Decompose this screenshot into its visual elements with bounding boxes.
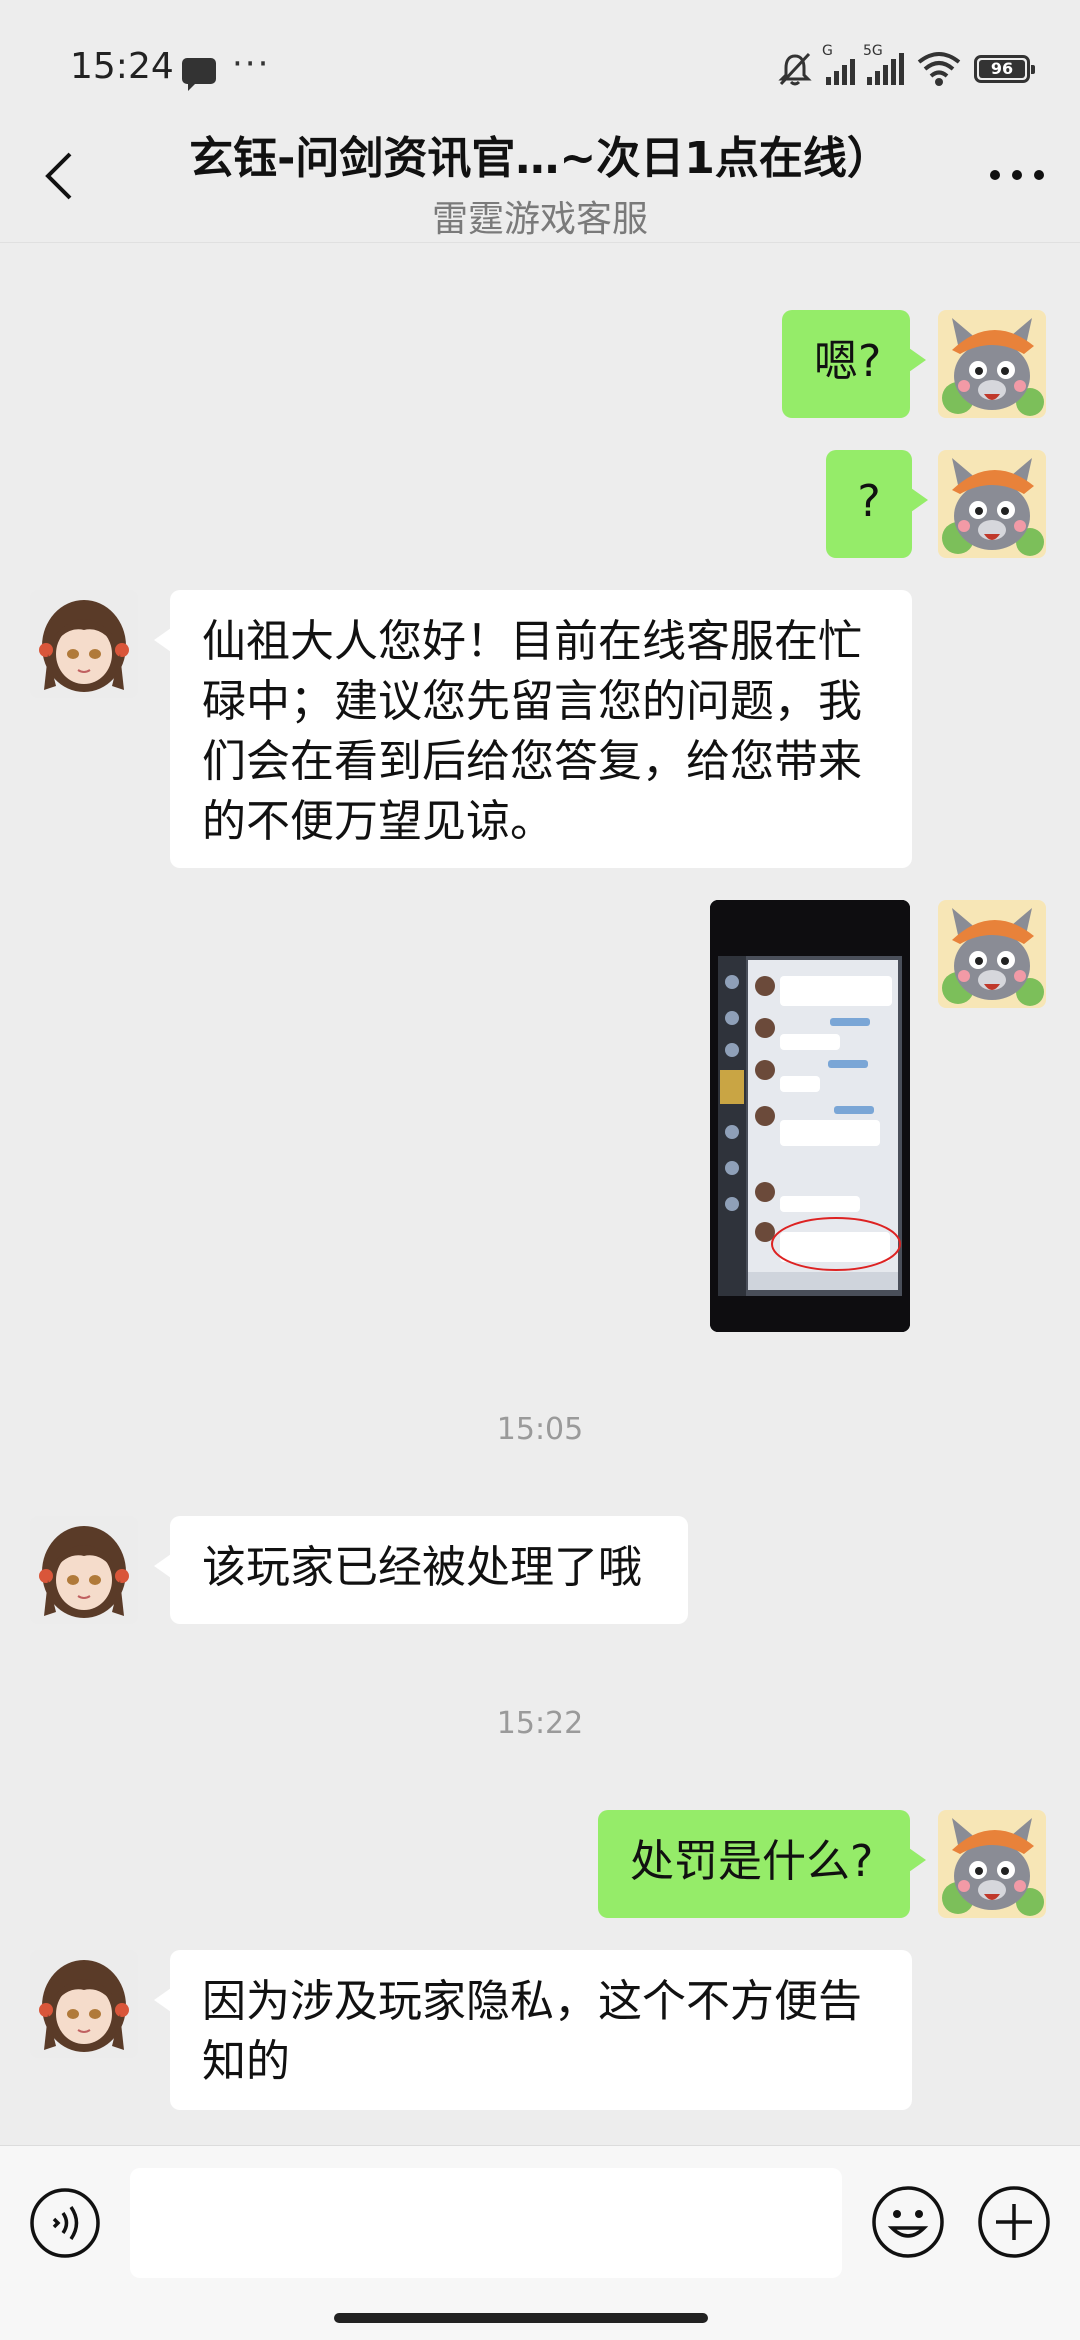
input-bar: [0, 2145, 1080, 2340]
girl-avatar-icon: [30, 590, 138, 698]
mute-icon: [778, 52, 812, 86]
more-notifications-icon: ···: [232, 44, 271, 84]
wolf-avatar-icon: [938, 310, 1046, 418]
wolf-avatar-icon: [938, 450, 1046, 558]
cs-avatar[interactable]: [30, 1950, 138, 2058]
chat-header: 玄钰-问剑资讯官…~次日1点在线） 雷霆游戏客服: [0, 110, 1080, 243]
message-bubble[interactable]: 仙祖大人您好！目前在线客服在忙 碌中；建议您先留言您的问题，我 们会在看到后给您…: [154, 590, 912, 868]
message-text: ?: [857, 476, 881, 527]
home-indicator[interactable]: [334, 2313, 708, 2323]
more-button[interactable]: [982, 150, 1052, 200]
message-text: 嗯?: [814, 336, 882, 387]
message-text: 处罚是什么?: [630, 1836, 874, 1887]
message-bubble[interactable]: 该玩家已经被处理了哦: [154, 1516, 688, 1624]
message-input[interactable]: [130, 2168, 842, 2278]
voice-icon: [30, 2188, 100, 2258]
status-time: 15:24: [70, 46, 174, 87]
wolf-avatar-icon: [938, 1810, 1046, 1918]
my-avatar[interactable]: [938, 450, 1046, 558]
chat-area[interactable]: 嗯? ? 仙祖大人您好！目前在线客服在忙 碌中；建议您先留言您的问题，我 们会在…: [0, 120, 1080, 2145]
message-line: 仙祖大人您好！目前在线客服在忙: [202, 616, 862, 667]
battery-level: 96: [990, 59, 1014, 78]
message-text: 该玩家已经被处理了哦: [202, 1542, 642, 1593]
message-bubble[interactable]: 因为涉及玩家隐私，这个不方便告 知的: [154, 1950, 912, 2110]
signal-2-label: 5G: [863, 43, 883, 59]
plus-button[interactable]: [976, 2184, 1052, 2260]
girl-avatar-icon: [30, 1950, 138, 2058]
message-bubble[interactable]: ?: [826, 450, 928, 558]
message-line: 们会在看到后给您答复，给您带来: [202, 736, 862, 787]
plus-icon: [978, 2186, 1050, 2258]
wolf-avatar-icon: [938, 900, 1046, 1008]
more-icon: [990, 170, 1044, 180]
girl-avatar-icon: [30, 1516, 138, 1624]
message-line: 的不便万望见谅。: [202, 796, 554, 847]
my-avatar[interactable]: [938, 1810, 1046, 1918]
chat-title: 玄钰-问剑资讯官…~次日1点在线）: [189, 133, 891, 184]
message-bubble[interactable]: 处罚是什么?: [598, 1810, 926, 1918]
message-notification-icon: [182, 58, 216, 91]
message-line: 碌中；建议您先留言您的问题，我: [202, 676, 862, 727]
my-avatar[interactable]: [938, 310, 1046, 418]
voice-button[interactable]: [28, 2186, 102, 2260]
battery-icon: 96: [974, 55, 1035, 83]
timestamp: 15:22: [496, 1706, 584, 1741]
wifi-icon: [917, 52, 961, 86]
game-chat-screenshot: [710, 900, 910, 1332]
cs-avatar[interactable]: [30, 1516, 138, 1624]
signal-1-label: G: [822, 43, 833, 59]
message-line: 因为涉及玩家隐私，这个不方便告: [202, 1976, 862, 2027]
signal-2-icon: 5G: [863, 43, 904, 85]
chat-subtitle: 雷霆游戏客服: [431, 199, 648, 240]
cs-avatar[interactable]: [30, 590, 138, 698]
chevron-left-icon: [45, 152, 72, 200]
signal-1-icon: G: [822, 43, 855, 85]
status-icons: G 5G 96: [776, 43, 1035, 94]
back-button[interactable]: [30, 140, 90, 210]
timestamp: 15:05: [496, 1412, 584, 1447]
my-avatar[interactable]: [938, 900, 1046, 1008]
message-bubble[interactable]: 嗯?: [782, 310, 926, 418]
shared-screenshot-image[interactable]: [710, 900, 910, 1332]
emoji-icon: [872, 2186, 944, 2258]
message-line: 知的: [202, 2036, 290, 2087]
emoji-button[interactable]: [870, 2184, 946, 2260]
